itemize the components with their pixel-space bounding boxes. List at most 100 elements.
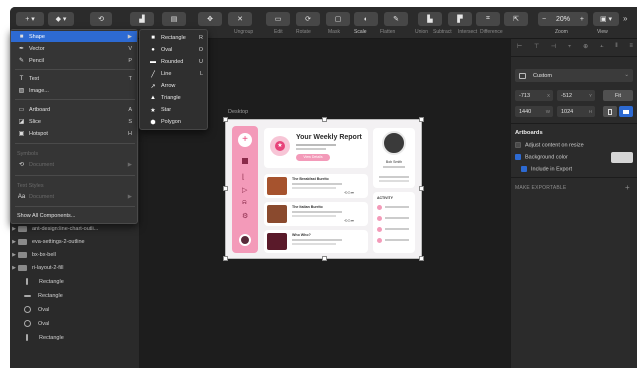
- layers-dropdown-button[interactable]: ◆ ▾: [48, 12, 74, 26]
- disclosure-icon[interactable]: ▶: [10, 226, 18, 232]
- text-style-icon: Aa: [17, 193, 26, 200]
- menu-item-artboard[interactable]: ▭ Artboard A: [11, 104, 137, 115]
- menu-item-symbols-document[interactable]: ⟲ Document ▶: [11, 159, 137, 170]
- layer-row[interactable]: Rectangle: [10, 275, 140, 288]
- menu-item-hotspot[interactable]: ▣ Hotspot H: [11, 128, 137, 139]
- flatten-button[interactable]: ▢: [326, 12, 350, 26]
- union-button[interactable]: ◐: [354, 12, 378, 26]
- layer-row[interactable]: Oval: [10, 317, 140, 330]
- artboard-desktop[interactable]: + ⌊ ▷ ⍾ ⚙ ★ Your Weekly Report View Deta…: [223, 117, 424, 261]
- resize-handle[interactable]: [322, 117, 327, 122]
- shape-submenu: ■ Rectangle R ● Oval O ▬ Rounded U ╱ Line L ↗ Arr…: [139, 29, 208, 130]
- submenu-item-label: Arrow: [161, 83, 176, 89]
- align-middle-icon[interactable]: ⊕: [583, 43, 588, 53]
- align-center-icon[interactable]: ⊤: [534, 43, 539, 53]
- align-left-icon[interactable]: ⊢: [517, 43, 522, 53]
- rotate-button[interactable]: ✕: [228, 12, 252, 26]
- scale-button[interactable]: ⟳: [296, 12, 320, 26]
- label-ungroup: Ungroup: [234, 29, 254, 35]
- submenu-item-triangle[interactable]: ▲ Triangle: [140, 92, 207, 104]
- submenu-item-line[interactable]: ╱ Line L: [140, 68, 207, 80]
- layer-row[interactable]: ▶ ri-layout-2-fill: [10, 261, 140, 274]
- background-color-checkbox[interactable]: [515, 154, 521, 160]
- layer-row[interactable]: Rectangle: [10, 289, 140, 302]
- landscape-button[interactable]: [619, 106, 633, 117]
- include-export-checkbox[interactable]: [521, 166, 527, 172]
- mask-button[interactable]: ▭: [266, 12, 290, 26]
- recipe-title: Who Who?: [292, 233, 311, 237]
- resize-handle[interactable]: [419, 256, 424, 261]
- x-field[interactable]: -713 X: [515, 90, 553, 101]
- disclosure-icon[interactable]: ▶: [10, 252, 18, 258]
- resize-handle[interactable]: [223, 117, 228, 122]
- zoom-in-icon[interactable]: +: [580, 16, 584, 23]
- portrait-button[interactable]: [603, 106, 617, 117]
- insert-button[interactable]: + ▾: [16, 12, 44, 26]
- symbol-button[interactable]: ⟲: [90, 12, 112, 26]
- export-button[interactable]: ⌗: [476, 12, 500, 26]
- menu-item-text[interactable]: T Text T: [11, 73, 137, 84]
- layer-row[interactable]: Rectangle: [10, 331, 140, 344]
- add-export-icon[interactable]: +: [625, 183, 630, 192]
- submenu-item-polygon[interactable]: ⬢ Polygon: [140, 116, 207, 128]
- submenu-item-oval[interactable]: ● Oval O: [140, 44, 207, 56]
- resize-handle[interactable]: [223, 186, 228, 191]
- subtract-button[interactable]: ✎: [384, 12, 408, 26]
- disclosure-icon[interactable]: ▶: [10, 265, 18, 271]
- width-field[interactable]: 1440 W: [515, 106, 553, 117]
- recipe-thumbnail: [267, 177, 287, 195]
- layer-name: Rectangle: [39, 334, 64, 341]
- submenu-item-star[interactable]: ★ Star: [140, 104, 207, 116]
- layer-row[interactable]: Oval: [10, 303, 140, 316]
- resize-handle[interactable]: [419, 117, 424, 122]
- height-field[interactable]: 1024 H: [557, 106, 595, 117]
- include-export-row[interactable]: Include in Export: [521, 166, 572, 172]
- menu-item-shape[interactable]: ■ Shape ▶: [11, 31, 137, 42]
- line-icon: ╱: [151, 71, 155, 78]
- difference-button[interactable]: ▛: [448, 12, 472, 26]
- submenu-item-rounded[interactable]: ▬ Rounded U: [140, 56, 207, 68]
- view-button[interactable]: ▣ ▾: [593, 12, 619, 26]
- edit-button[interactable]: ✥: [198, 12, 222, 26]
- zoom-out-icon[interactable]: −: [542, 16, 546, 23]
- menu-item-image[interactable]: ▨ Image...: [11, 85, 137, 96]
- label-edit: Edit: [274, 29, 283, 35]
- artboard-name-label[interactable]: Desktop: [228, 109, 248, 115]
- resize-handle[interactable]: [322, 256, 327, 261]
- more-icon[interactable]: »: [623, 14, 627, 23]
- align-top-icon[interactable]: ⫟: [568, 43, 572, 53]
- align-right-icon[interactable]: ⊣: [551, 43, 556, 53]
- adjust-content-checkbox[interactable]: [515, 142, 521, 148]
- menu-item-text-styles-document[interactable]: Aa Document ▶: [11, 191, 137, 202]
- forward-button[interactable]: ⇱: [504, 12, 528, 26]
- fit-button[interactable]: Fit: [603, 90, 633, 101]
- resize-handle[interactable]: [419, 186, 424, 191]
- submenu-item-arrow[interactable]: ↗ Arrow: [140, 80, 207, 92]
- ungroup-button[interactable]: ▤: [162, 12, 186, 26]
- layer-row[interactable]: ▶ bx-bx-bell: [10, 248, 140, 261]
- distribute-v-icon[interactable]: ≡: [629, 43, 633, 53]
- menu-item-show-all-components[interactable]: Show All Components...: [11, 210, 137, 221]
- layer-name: bx-bx-bell: [32, 251, 56, 258]
- resize-handle[interactable]: [223, 256, 228, 261]
- zoom-control[interactable]: − 20% +: [538, 12, 588, 26]
- layer-row[interactable]: ▶ eva-settings-2-outline: [10, 235, 140, 248]
- submenu-item-rectangle[interactable]: ■ Rectangle R: [140, 32, 207, 44]
- background-color-row[interactable]: Background color: [515, 154, 568, 160]
- disclosure-icon[interactable]: ▶: [10, 239, 18, 245]
- align-bottom-icon[interactable]: ⫠: [600, 43, 604, 53]
- intersect-button[interactable]: ▙: [418, 12, 442, 26]
- adjust-content-row[interactable]: Adjust content on resize: [515, 142, 584, 148]
- distribute-h-icon[interactable]: ‖: [615, 43, 617, 53]
- profile-stats-line: [379, 176, 409, 178]
- recipe-card: Who Who?: [264, 230, 368, 253]
- background-color-swatch[interactable]: [611, 152, 633, 163]
- artboard-preset-select[interactable]: Custom ⌄: [515, 69, 633, 82]
- activity-dot: [377, 227, 382, 232]
- y-field[interactable]: -512 Y: [557, 90, 595, 101]
- menu-item-vector[interactable]: ✒ Vector V: [11, 43, 137, 54]
- group-button[interactable]: ▟: [130, 12, 154, 26]
- rectangle-icon: ■: [151, 35, 155, 41]
- menu-item-pencil[interactable]: ✎ Pencil P: [11, 55, 137, 66]
- menu-item-slice[interactable]: ◪ Slice S: [11, 116, 137, 127]
